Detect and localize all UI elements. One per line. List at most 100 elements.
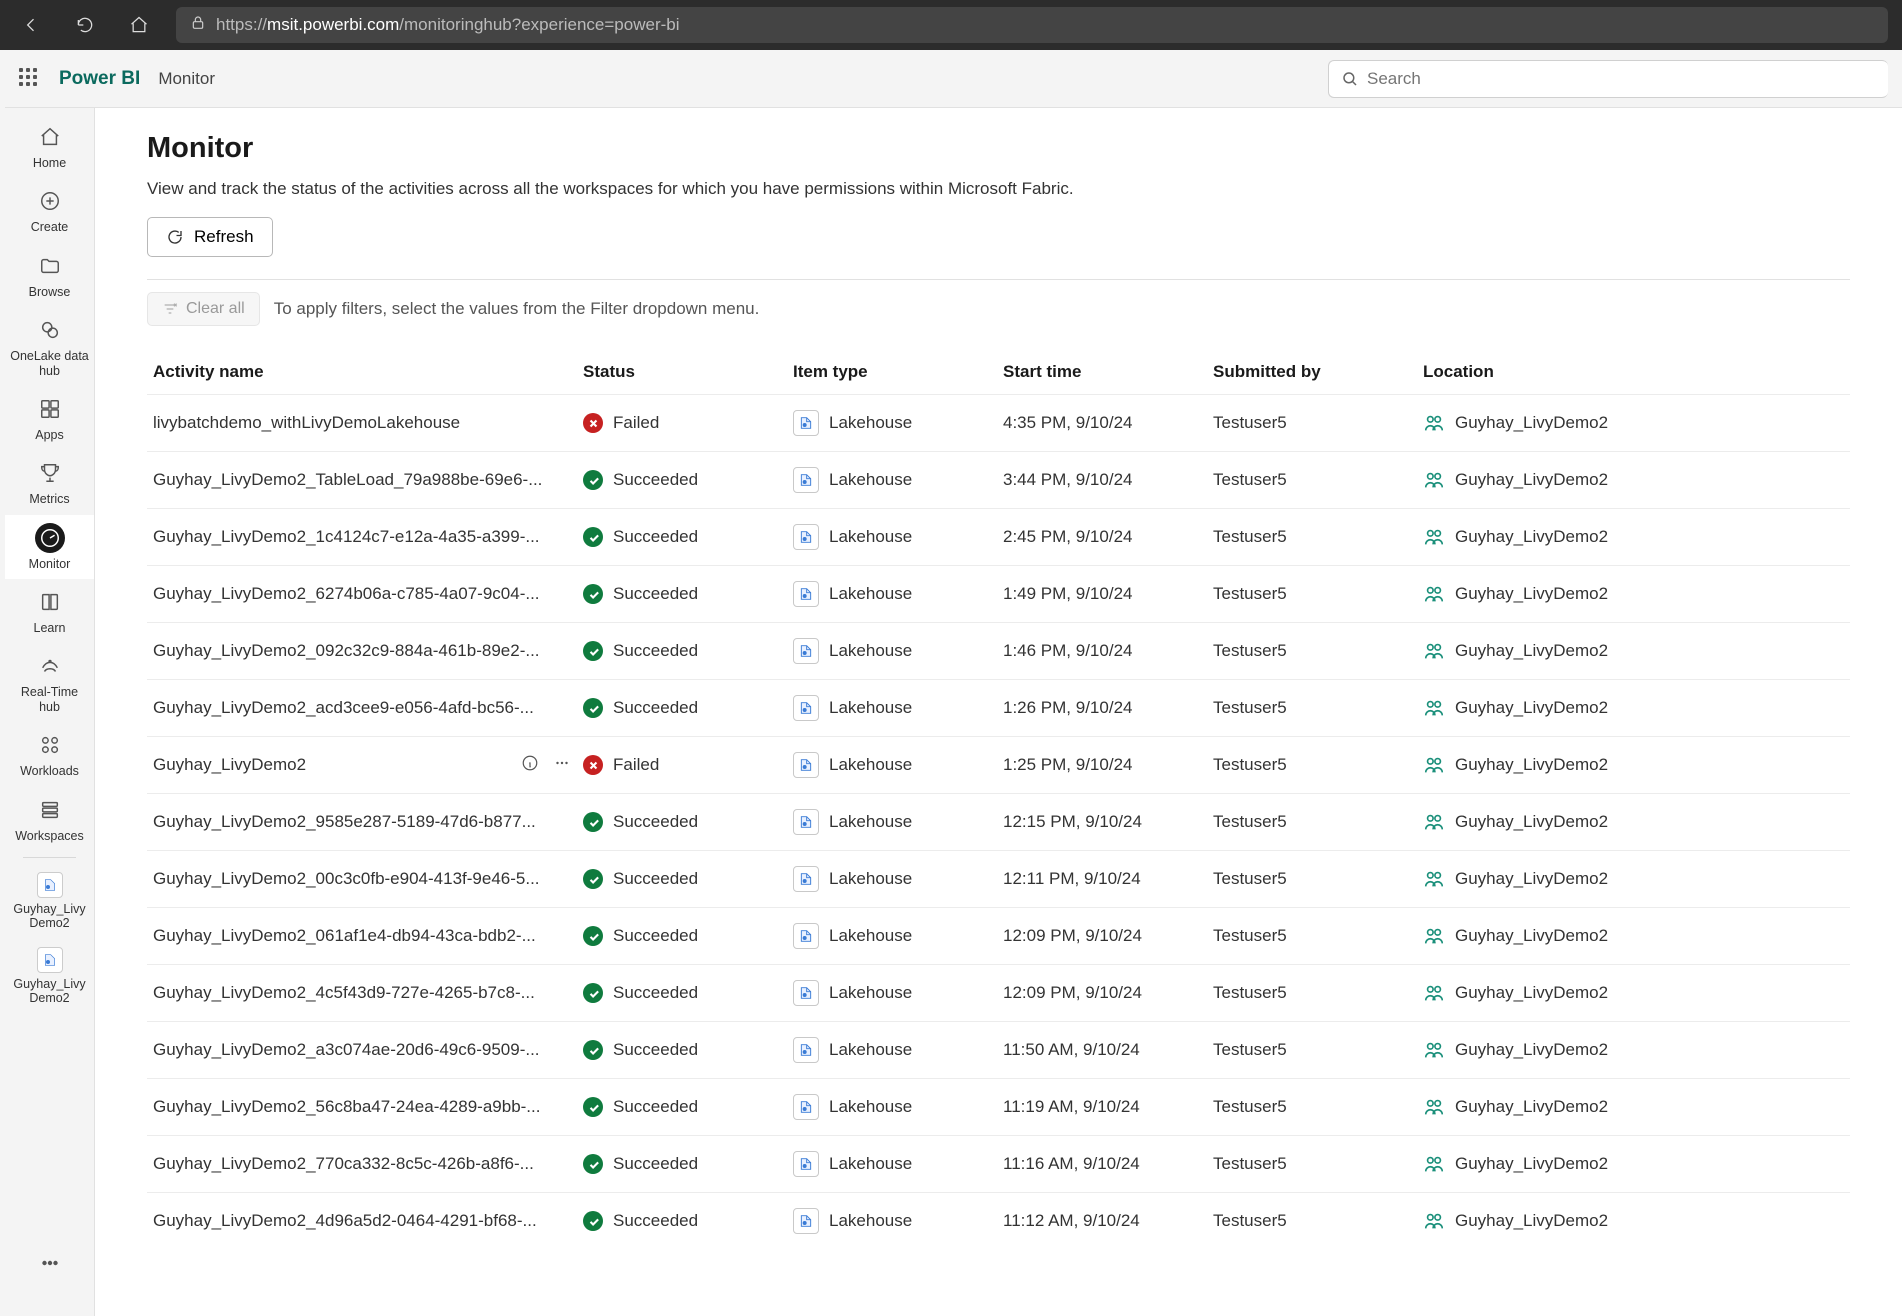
cell-start-time: 3:44 PM, 9/10/24 — [1003, 470, 1213, 490]
table-row[interactable]: Guyhay_LivyDemo2_092c32c9-884a-461b-89e2… — [147, 622, 1850, 679]
rail-item-workloads[interactable]: Workloads — [5, 722, 94, 786]
home-button[interactable] — [122, 8, 156, 42]
table-row[interactable]: Guyhay_LivyDemo2_4d96a5d2-0464-4291-bf68… — [147, 1192, 1850, 1249]
cell-item-type: Lakehouse — [793, 1151, 1003, 1177]
rail-item-home[interactable]: Home — [5, 114, 94, 178]
cell-submitted-by: Testuser5 — [1213, 869, 1423, 889]
clear-all-button: Clear all — [147, 292, 260, 326]
cell-status: Succeeded — [583, 1154, 793, 1174]
rail-item-onelake[interactable]: OneLake data hub — [5, 307, 94, 386]
rail-item-learn[interactable]: Learn — [5, 579, 94, 643]
cell-submitted-by: Testuser5 — [1213, 1040, 1423, 1060]
cell-item-type: Lakehouse — [793, 1094, 1003, 1120]
table-row[interactable]: Guyhay_LivyDemo2_1c4124c7-e12a-4a35-a399… — [147, 508, 1850, 565]
cell-submitted-by: Testuser5 — [1213, 698, 1423, 718]
cell-status: Succeeded — [583, 983, 793, 1003]
table-row[interactable]: Guyhay_LivyDemo2_4c5f43d9-727e-4265-b7c8… — [147, 964, 1850, 1021]
workspace-people-icon — [1423, 868, 1445, 890]
rail-recent-workspace[interactable]: Guyhay_Livy Demo2 — [5, 939, 94, 1014]
app-launcher-icon[interactable] — [19, 68, 41, 90]
back-button[interactable] — [14, 8, 48, 42]
cell-status: Succeeded — [583, 1040, 793, 1060]
cell-activity: Guyhay_LivyDemo2_770ca332-8c5c-426b-a8f6… — [153, 1154, 583, 1174]
refresh-label: Refresh — [194, 227, 254, 247]
table-row[interactable]: Guyhay_LivyDemo2_9585e287-5189-47d6-b877… — [147, 793, 1850, 850]
cell-item-type: Lakehouse — [793, 410, 1003, 436]
table-row[interactable]: Guyhay_LivyDemo2_770ca332-8c5c-426b-a8f6… — [147, 1135, 1850, 1192]
rail-label: Guyhay_Livy Demo2 — [9, 977, 90, 1006]
table-row[interactable]: Guyhay_LivyDemo2_56c8ba47-24ea-4289-a9bb… — [147, 1078, 1850, 1135]
cell-status: Succeeded — [583, 1211, 793, 1231]
cell-submitted-by: Testuser5 — [1213, 1097, 1423, 1117]
rail-item-realtime[interactable]: Real-Time hub — [5, 643, 94, 722]
success-icon — [583, 641, 603, 661]
success-icon — [583, 527, 603, 547]
rail-item-apps[interactable]: Apps — [5, 386, 94, 450]
table-row[interactable]: Guyhay_LivyDemo2_acd3cee9-e056-4afd-bc56… — [147, 679, 1850, 736]
workspace-people-icon — [1423, 1153, 1445, 1175]
workspace-people-icon — [1423, 469, 1445, 491]
col-location[interactable]: Location — [1423, 362, 1703, 382]
rail-item-metrics[interactable]: Metrics — [5, 450, 94, 514]
learn-icon — [35, 587, 65, 617]
rail-more[interactable] — [5, 1240, 94, 1286]
table-row[interactable]: Guyhay_LivyDemo2_00c3c0fb-e904-413f-9e46… — [147, 850, 1850, 907]
rail-recent-workspace[interactable]: Guyhay_Livy Demo2 — [5, 864, 94, 939]
col-submitted[interactable]: Submitted by — [1213, 362, 1423, 382]
cell-item-type: Lakehouse — [793, 524, 1003, 550]
browse-icon — [35, 251, 65, 281]
cell-status: Succeeded — [583, 698, 793, 718]
table-row[interactable]: Guyhay_LivyDemo2_a3c074ae-20d6-49c6-9509… — [147, 1021, 1850, 1078]
cell-start-time: 4:35 PM, 9/10/24 — [1003, 413, 1213, 433]
cell-start-time: 12:09 PM, 9/10/24 — [1003, 983, 1213, 1003]
cell-start-time: 11:16 AM, 9/10/24 — [1003, 1154, 1213, 1174]
filter-clear-icon — [162, 301, 178, 317]
refresh-button[interactable]: Refresh — [147, 217, 273, 257]
cell-start-time: 12:15 PM, 9/10/24 — [1003, 812, 1213, 832]
info-icon[interactable] — [521, 754, 539, 777]
table-row[interactable]: Guyhay_LivyDemo2_061af1e4-db94-43ca-bdb2… — [147, 907, 1850, 964]
cell-location: Guyhay_LivyDemo2 — [1423, 469, 1703, 491]
success-icon — [583, 1097, 603, 1117]
cell-activity: Guyhay_LivyDemo2_4c5f43d9-727e-4265-b7c8… — [153, 983, 583, 1003]
cell-item-type: Lakehouse — [793, 866, 1003, 892]
cell-status: Failed — [583, 413, 793, 433]
table-row[interactable]: livybatchdemo_withLivyDemoLakehouse Fail… — [147, 394, 1850, 451]
cell-activity: Guyhay_LivyDemo2 — [153, 754, 583, 777]
workloads-icon — [35, 730, 65, 760]
cell-status: Succeeded — [583, 527, 793, 547]
url-bar[interactable]: https://msit.powerbi.com/monitoringhub?e… — [176, 7, 1888, 43]
cell-location: Guyhay_LivyDemo2 — [1423, 925, 1703, 947]
cell-submitted-by: Testuser5 — [1213, 527, 1423, 547]
success-icon — [583, 926, 603, 946]
brand-label[interactable]: Power BI — [59, 68, 140, 90]
page-subtitle: View and track the status of the activit… — [147, 179, 1850, 199]
search-box[interactable] — [1328, 60, 1888, 98]
cell-activity: Guyhay_LivyDemo2_092c32c9-884a-461b-89e2… — [153, 641, 583, 661]
col-activity[interactable]: Activity name — [153, 362, 583, 382]
col-item-type[interactable]: Item type — [793, 362, 1003, 382]
cell-submitted-by: Testuser5 — [1213, 641, 1423, 661]
more-icon[interactable] — [553, 754, 571, 777]
browser-toolbar: https://msit.powerbi.com/monitoringhub?e… — [0, 0, 1902, 50]
refresh-button[interactable] — [68, 8, 102, 42]
col-start-time[interactable]: Start time — [1003, 362, 1213, 382]
col-status[interactable]: Status — [583, 362, 793, 382]
table-row[interactable]: Guyhay_LivyDemo2_TableLoad_79a988be-69e6… — [147, 451, 1850, 508]
workspace-people-icon — [1423, 811, 1445, 833]
table-row[interactable]: Guyhay_LivyDemo2_6274b06a-c785-4a07-9c04… — [147, 565, 1850, 622]
workspace-people-icon — [1423, 583, 1445, 605]
cell-location: Guyhay_LivyDemo2 — [1423, 526, 1703, 548]
table-row[interactable]: Guyhay_LivyDemo2 Failed Lakehouse 1:25 P… — [147, 736, 1850, 793]
rail-item-monitor[interactable]: Monitor — [5, 515, 94, 579]
rail-item-create[interactable]: Create — [5, 178, 94, 242]
cell-status: Failed — [583, 755, 793, 775]
cell-start-time: 11:50 AM, 9/10/24 — [1003, 1040, 1213, 1060]
rail-item-browse[interactable]: Browse — [5, 243, 94, 307]
search-input[interactable] — [1367, 69, 1876, 89]
lakehouse-icon — [793, 1151, 819, 1177]
success-icon — [583, 1040, 603, 1060]
breadcrumb[interactable]: Monitor — [158, 69, 215, 89]
rail-item-workspaces[interactable]: Workspaces — [5, 787, 94, 851]
cell-start-time: 2:45 PM, 9/10/24 — [1003, 527, 1213, 547]
